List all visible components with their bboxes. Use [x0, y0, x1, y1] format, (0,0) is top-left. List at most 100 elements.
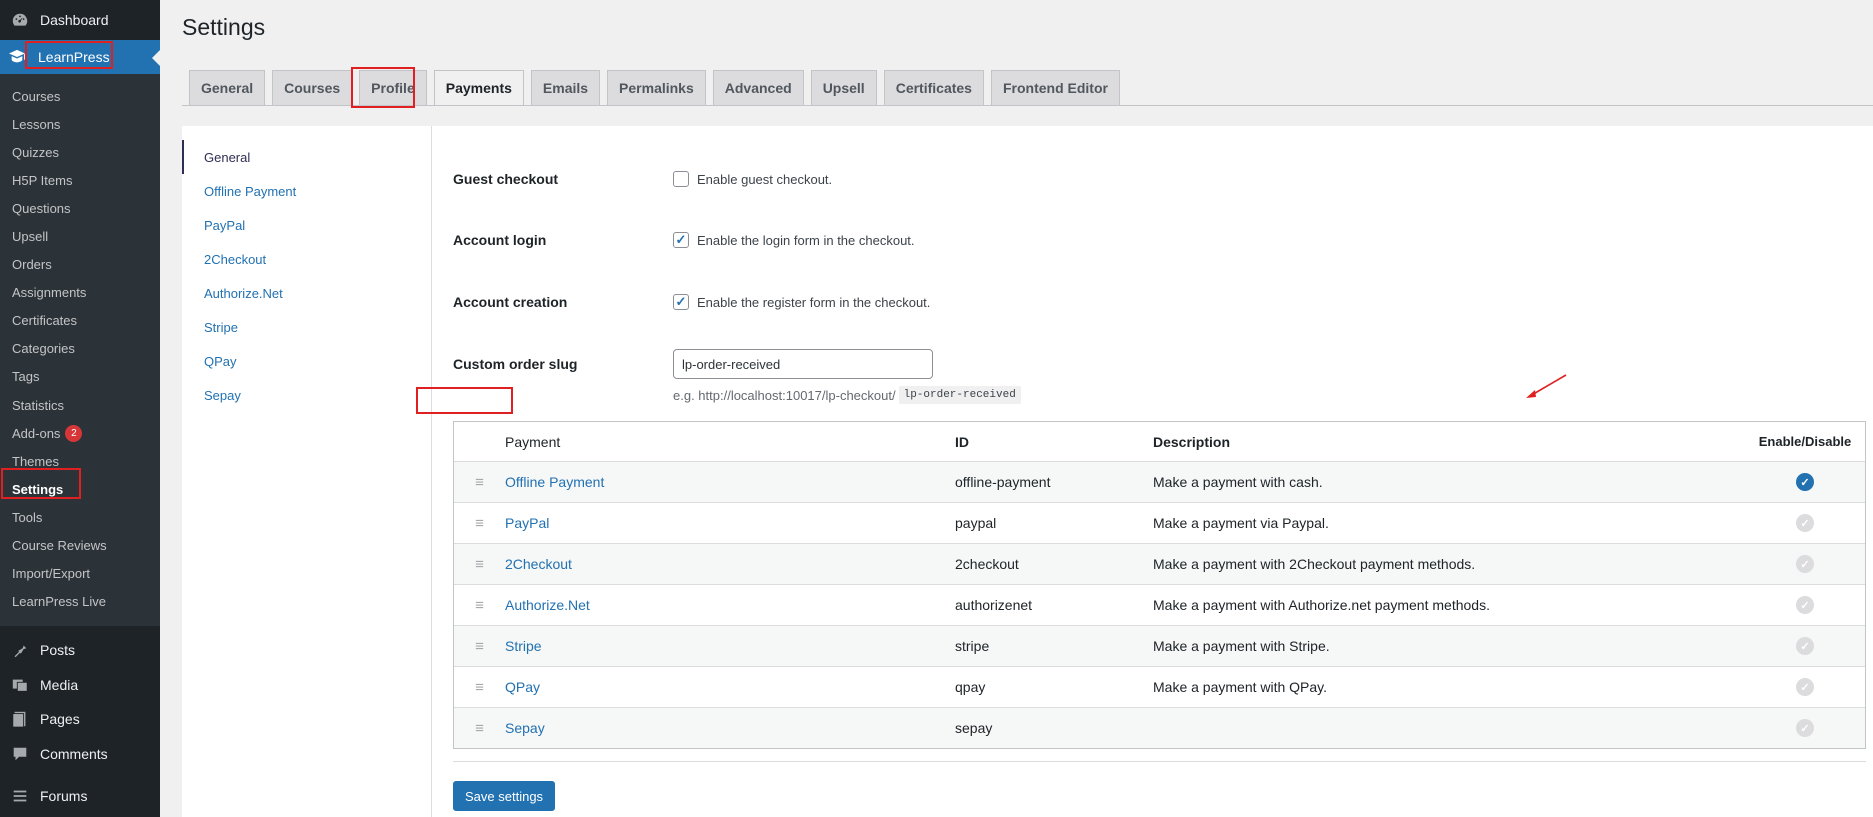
guest-checkout-checkbox[interactable]: [673, 171, 689, 187]
drag-handle-icon[interactable]: ≡: [454, 597, 505, 614]
menu-learnpress[interactable]: LearnPress: [0, 40, 160, 74]
menu-posts[interactable]: Posts: [0, 633, 160, 668]
submenu-item-label: Upsell: [12, 229, 49, 245]
submenu-item-statistics[interactable]: Statistics: [0, 391, 160, 419]
field-label: Custom order slug: [453, 356, 578, 372]
payment-name-link[interactable]: Offline Payment: [505, 474, 955, 490]
table-row: ≡ Offline Payment offline-payment Make a pa…: [454, 461, 1865, 502]
tab-certificates[interactable]: Certificates: [883, 70, 984, 105]
submenu-item-label: H5P Items: [12, 172, 73, 188]
menu-pages[interactable]: Pages: [0, 702, 160, 737]
disabled-check-icon[interactable]: ✓: [1796, 719, 1814, 737]
tab-profile[interactable]: Profile: [359, 70, 427, 105]
field-label: Account creation: [453, 294, 568, 310]
subnav-offline-payment[interactable]: Offline Payment: [182, 174, 431, 208]
subnav-paypal[interactable]: PayPal: [182, 208, 431, 242]
account-login-checkbox[interactable]: ✓: [673, 232, 689, 248]
submenu-item-add-ons[interactable]: Add-ons 2: [0, 419, 160, 447]
submenu-item-settings[interactable]: Settings: [0, 475, 160, 503]
payment-name-link[interactable]: QPay: [505, 679, 955, 695]
table-row: ≡ Sepay sepay ✓: [454, 707, 1865, 748]
tab-advanced[interactable]: Advanced: [712, 70, 804, 105]
payment-description: Make a payment with QPay.: [1153, 679, 1328, 695]
disabled-check-icon[interactable]: ✓: [1796, 596, 1814, 614]
submenu-item-themes[interactable]: Themes: [0, 447, 160, 475]
tab-upsell[interactable]: Upsell: [810, 70, 877, 105]
menu-dashboard[interactable]: Dashboard: [0, 0, 160, 40]
menu-dashboard-label: Dashboard: [40, 12, 109, 28]
order-slug-input[interactable]: [673, 349, 933, 379]
submenu-item-import-export[interactable]: Import/Export: [0, 560, 160, 588]
tab-permalinks[interactable]: Permalinks: [607, 70, 706, 105]
menu-comments[interactable]: Comments: [0, 736, 160, 771]
arrow-annotation-icon: [1526, 374, 1567, 398]
subnav-stripe[interactable]: Stripe: [182, 310, 431, 344]
submenu-item-questions[interactable]: Questions: [0, 194, 160, 222]
payment-description: Make a payment with 2Checkout payment me…: [1153, 556, 1476, 572]
payment-description: Make a payment with cash.: [1153, 474, 1323, 490]
save-settings-button[interactable]: Save settings: [453, 781, 556, 811]
submenu-item-label: Quizzes: [12, 144, 59, 160]
submenu-item-tags[interactable]: Tags: [0, 363, 160, 391]
disabled-check-icon[interactable]: ✓: [1796, 514, 1814, 532]
submenu-item-certificates[interactable]: Certificates: [0, 307, 160, 335]
submenu-item-tools[interactable]: Tools: [0, 503, 160, 531]
submenu-item-h5p-items[interactable]: H5P Items: [0, 166, 160, 194]
disabled-check-icon[interactable]: ✓: [1796, 637, 1814, 655]
subnav-qpay[interactable]: QPay: [182, 344, 431, 378]
disabled-check-icon[interactable]: ✓: [1796, 678, 1814, 696]
drag-handle-icon[interactable]: ≡: [454, 556, 505, 573]
subnav-general[interactable]: General: [182, 140, 431, 174]
addons-count-badge: 2: [65, 424, 83, 442]
menu-forums[interactable]: Forums: [0, 779, 160, 814]
payments-table: Payment ID Description Enable/Disable ≡ O…: [453, 421, 1866, 749]
payment-id: offline-payment: [955, 474, 1051, 490]
drag-handle-icon[interactable]: ≡: [454, 515, 505, 532]
drag-handle-icon[interactable]: ≡: [454, 474, 505, 491]
admin-sidebar: Dashboard LearnPress Courses Lessons Quizz…: [0, 0, 160, 817]
slug-example-prefix: e.g. http://localhost:10017/lp-checkout/: [673, 387, 896, 403]
payment-description: Make a payment with Stripe.: [1153, 638, 1330, 654]
menu-label: Pages: [40, 711, 80, 728]
table-row: ≡ Stripe stripe Make a payment with Stripe.…: [454, 625, 1865, 666]
disabled-check-icon[interactable]: ✓: [1796, 555, 1814, 573]
menu-label: Comments: [40, 745, 108, 762]
enabled-check-icon[interactable]: ✓: [1796, 473, 1814, 491]
submenu-item-label: Lessons: [12, 116, 61, 132]
submenu-item-label: LearnPress Live: [12, 594, 106, 610]
submenu-item-learnpress-live[interactable]: LearnPress Live: [0, 588, 160, 616]
submenu-item-orders[interactable]: Orders: [0, 251, 160, 279]
submenu-item-label: Tags: [12, 369, 40, 385]
payment-name-link[interactable]: Sepay: [505, 720, 955, 736]
drag-handle-icon[interactable]: ≡: [454, 638, 505, 655]
drag-handle-icon[interactable]: ≡: [454, 720, 505, 737]
submenu-item-categories[interactable]: Categories: [0, 335, 160, 363]
subnav-2checkout[interactable]: 2Checkout: [182, 242, 431, 276]
tab-emails[interactable]: Emails: [530, 70, 601, 105]
submenu-item-quizzes[interactable]: Quizzes: [0, 138, 160, 166]
account-creation-checkbox[interactable]: ✓: [673, 294, 689, 310]
tab-courses[interactable]: Courses: [272, 70, 353, 105]
tab-general[interactable]: General: [189, 70, 266, 105]
field-guest-checkout: Guest checkout Enable guest checkout.: [453, 171, 1867, 187]
submenu-item-lessons[interactable]: Lessons: [0, 110, 160, 138]
subnav-sepay[interactable]: Sepay: [182, 378, 431, 412]
payment-name-link[interactable]: Stripe: [505, 638, 955, 654]
pages-icon: [10, 709, 30, 729]
payment-name-link[interactable]: 2Checkout: [505, 556, 955, 572]
tab-frontend-editor[interactable]: Frontend Editor: [990, 70, 1120, 105]
subnav-authorize-net[interactable]: Authorize.Net: [182, 276, 431, 310]
sidebar-lower-menu: Posts Media Pages Comments Forums: [0, 626, 160, 814]
submenu-item-label: Categories: [12, 341, 75, 357]
field-account-login: Account login ✓ Enable the login form in…: [453, 232, 1867, 248]
payment-name-link[interactable]: Authorize.Net: [505, 597, 955, 613]
menu-media[interactable]: Media: [0, 667, 160, 702]
submenu-item-courses[interactable]: Courses: [0, 82, 160, 110]
submenu-item-upsell[interactable]: Upsell: [0, 222, 160, 250]
tab-payments[interactable]: Payments: [433, 70, 524, 105]
payment-name-link[interactable]: PayPal: [505, 515, 955, 531]
submenu-item-assignments[interactable]: Assignments: [0, 279, 160, 307]
payments-subnav: General Offline Payment PayPal 2Checkout Aut…: [182, 126, 432, 817]
drag-handle-icon[interactable]: ≡: [454, 679, 505, 696]
submenu-item-course-reviews[interactable]: Course Reviews: [0, 532, 160, 560]
